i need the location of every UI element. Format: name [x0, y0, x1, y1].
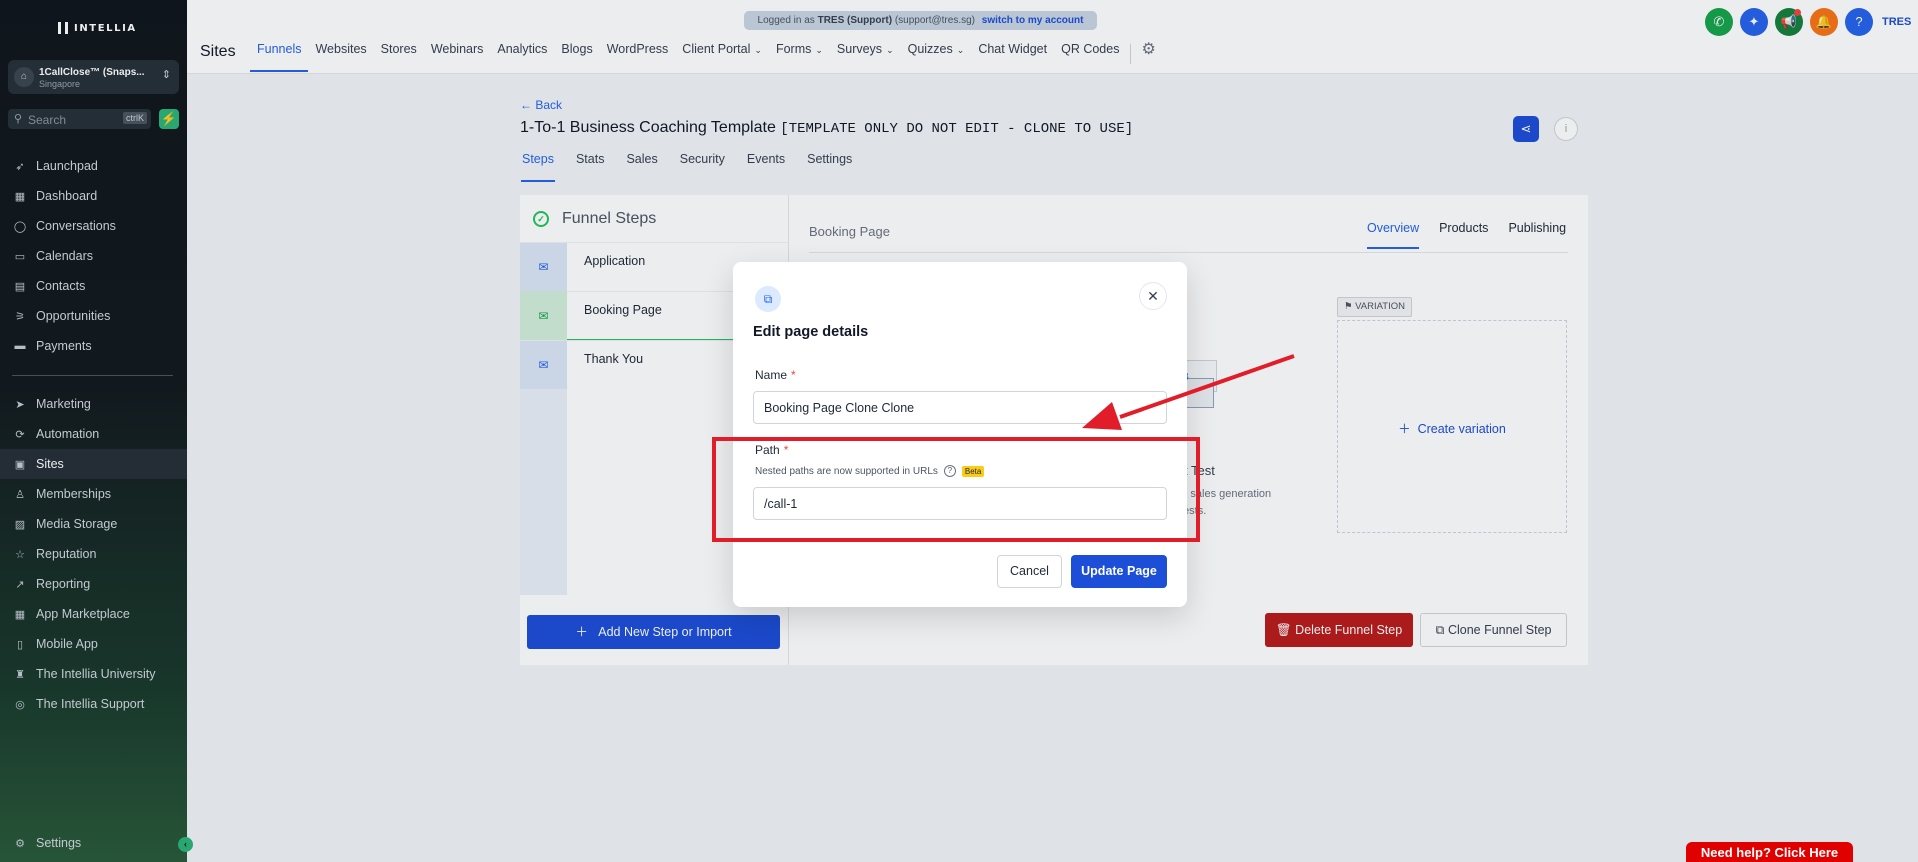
- need-help-button[interactable]: Need help? Click Here: [1686, 842, 1853, 862]
- annotation-arrow-icon: [1082, 354, 1295, 430]
